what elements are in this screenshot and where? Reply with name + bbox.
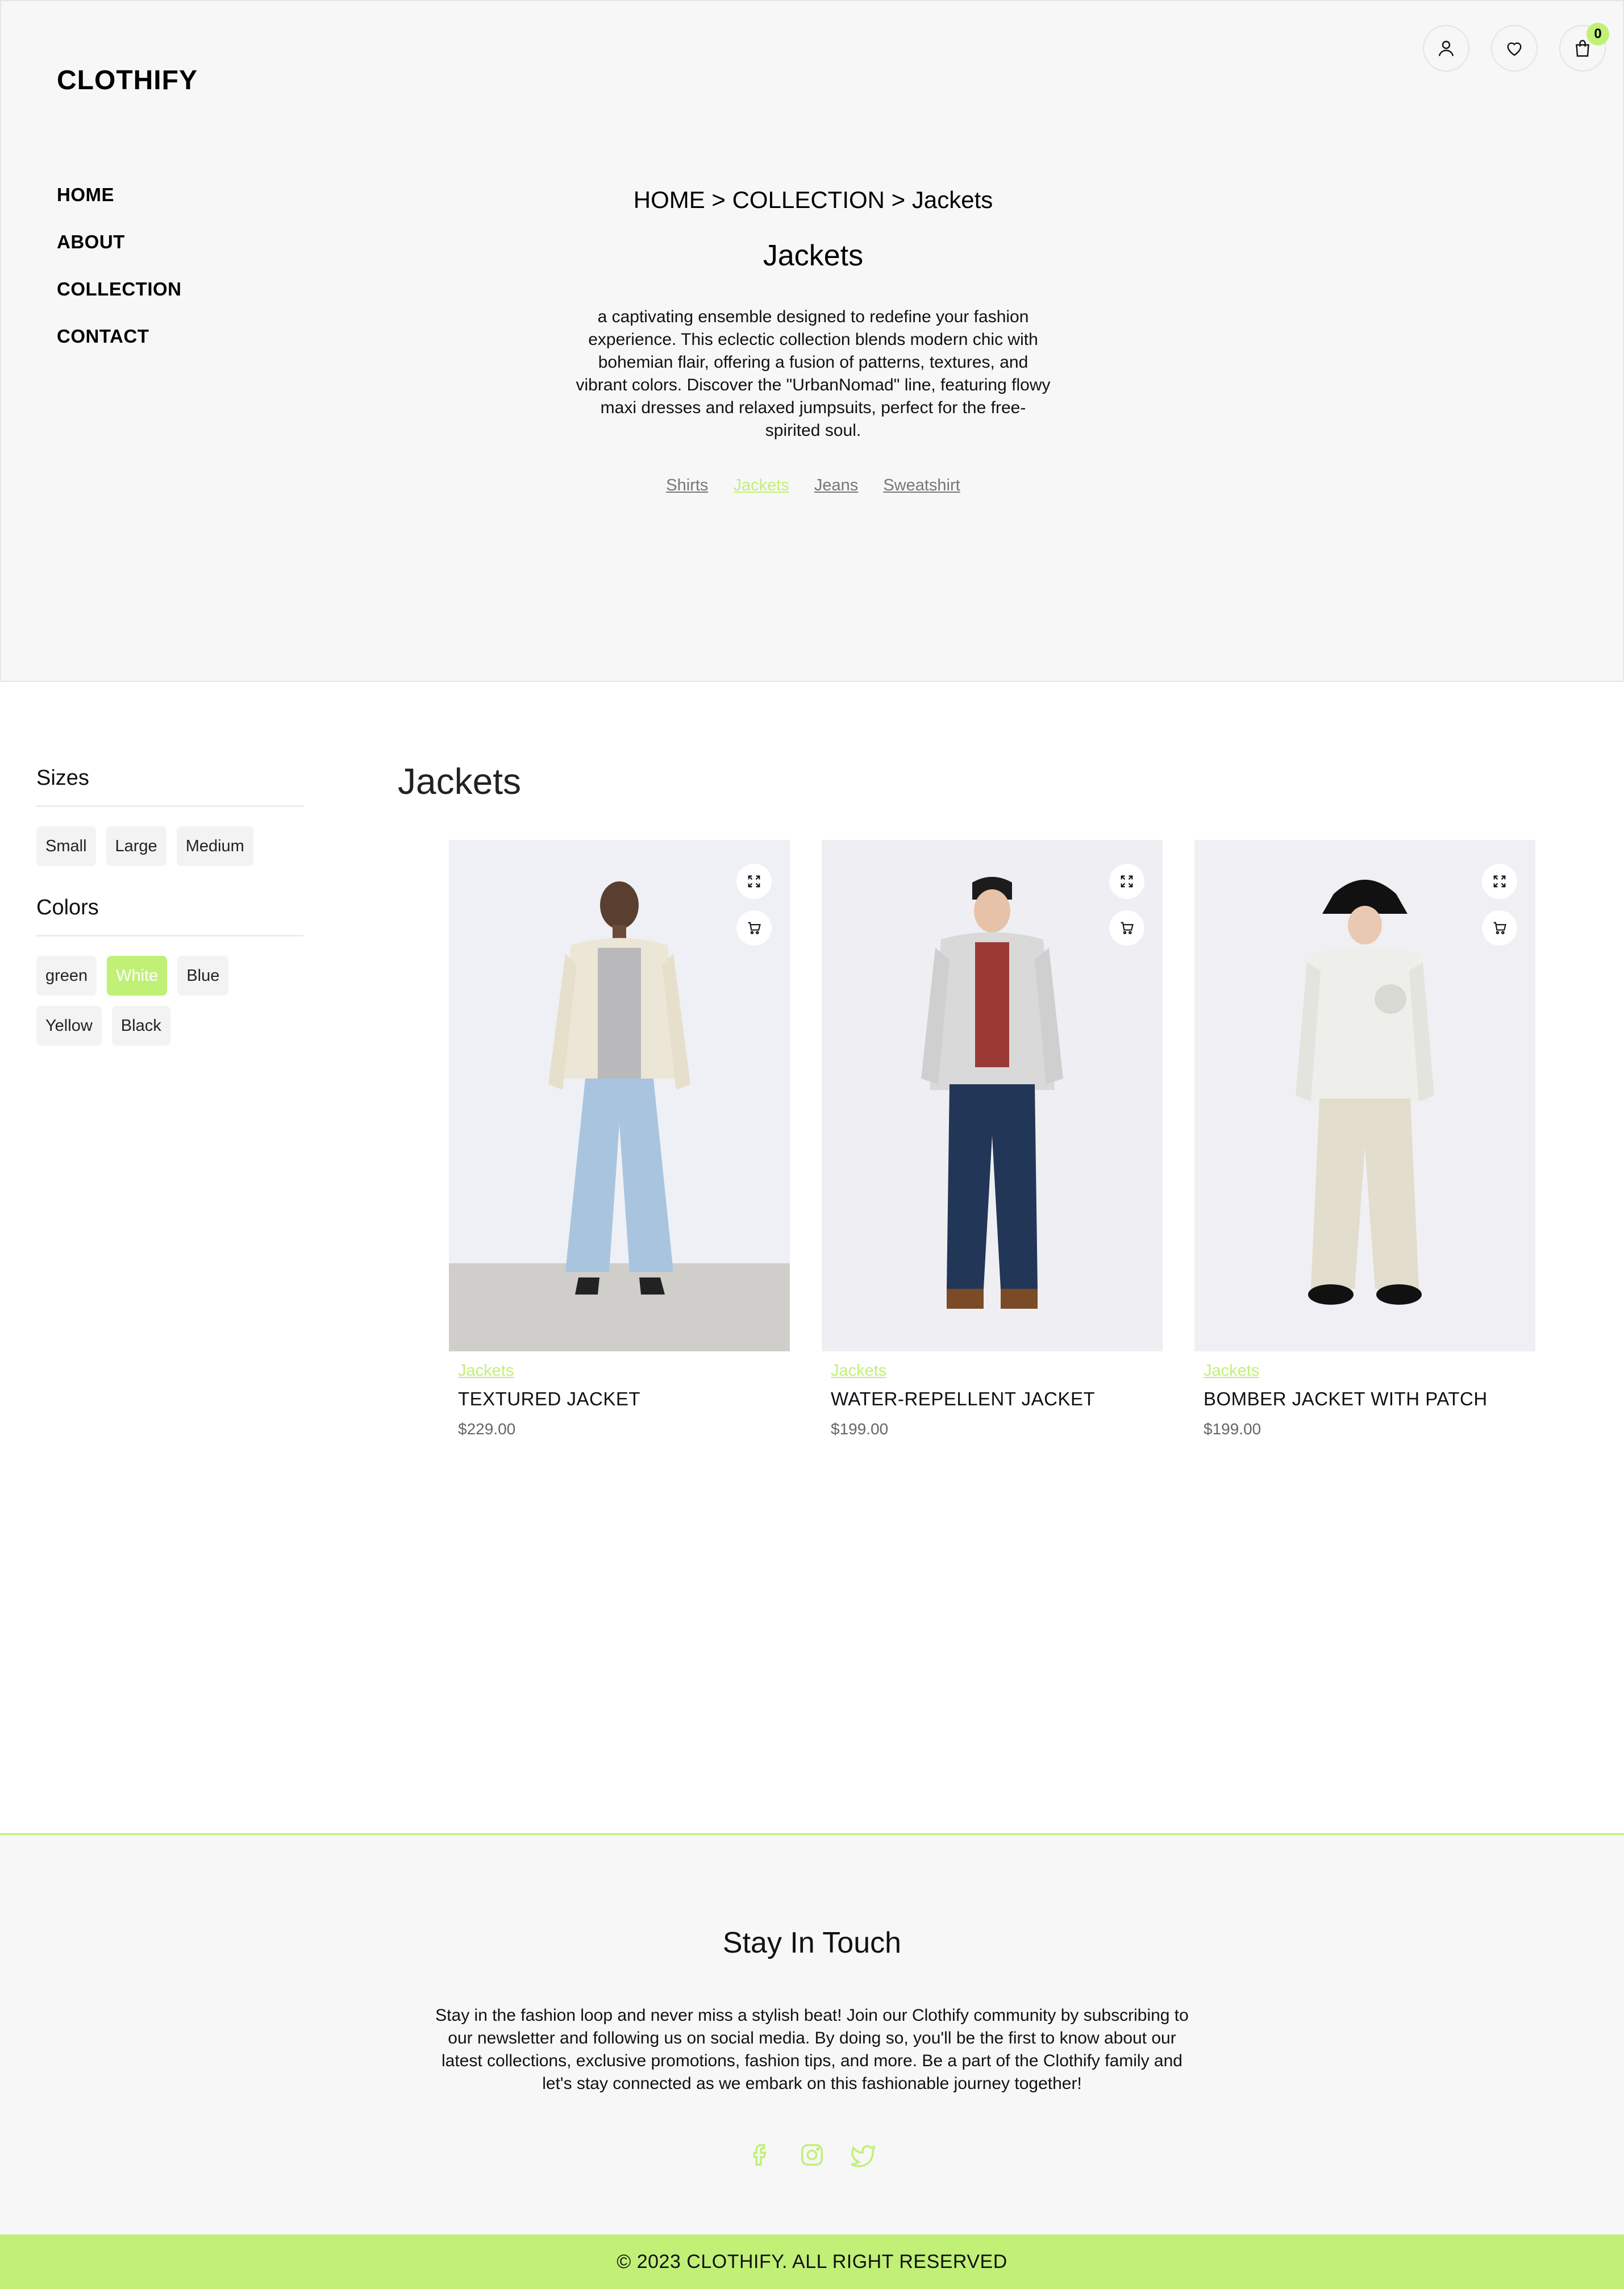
category-link-jeans[interactable]: Jeans [814,476,858,494]
category-links: Shirts Jackets Jeans Sweatshirt [1,476,1624,495]
product-card[interactable]: Jackets WATER-REPELLENT JACKET $199.00 [822,840,1163,1438]
product-category-link[interactable]: Jackets [458,1362,790,1380]
product-photo [449,840,790,1351]
expand-icon [1493,875,1506,888]
cart-icon [1493,922,1506,934]
social-links [0,2142,1624,2168]
products-title: Jackets [398,761,521,802]
product-image[interactable] [449,840,790,1351]
user-icon [1438,40,1454,56]
product-image[interactable] [1194,840,1535,1351]
breadcrumb: HOME > COLLECTION > Jackets [633,186,993,213]
sizes-title: Sizes [36,766,303,807]
product-card[interactable]: Jackets BOMBER JACKET WITH PATCH $199.00 [1194,840,1535,1438]
category-link-jackets[interactable]: Jackets [733,476,789,494]
product-price: $229.00 [458,1420,516,1438]
hero-section: CLOTHIFY HOME ABOUT COLLECTION CONTACT 0… [0,0,1624,682]
product-photo [1194,840,1535,1351]
facebook-link[interactable] [748,2142,774,2168]
logo[interactable]: CLOTHIFY [57,65,198,96]
wishlist-button[interactable] [1491,25,1538,72]
add-to-cart-button[interactable] [1109,910,1144,946]
instagram-link[interactable] [799,2142,825,2168]
size-chip-large[interactable]: Large [106,826,166,866]
product-photo [822,840,1163,1351]
page-title: Jackets [763,239,864,272]
category-link-shirts[interactable]: Shirts [666,476,708,494]
nav-item-contact[interactable]: CONTACT [57,326,181,347]
quick-view-button[interactable] [1482,864,1517,899]
color-options: green White Blue Yellow Black [36,956,303,1046]
cart-icon [748,922,761,934]
quick-view-button[interactable] [736,864,772,899]
cart-icon [1121,922,1134,934]
expand-icon [1121,875,1133,888]
color-chip-blue[interactable]: Blue [177,956,229,996]
size-chip-medium[interactable]: Medium [176,826,253,866]
product-category-link[interactable]: Jackets [1204,1362,1535,1380]
instagram-icon [801,2144,823,2166]
size-chip-small[interactable]: Small [36,826,96,866]
product-card[interactable]: Jackets TEXTURED JACKET $229.00 [449,840,790,1438]
add-to-cart-button[interactable] [1482,910,1517,946]
product-name[interactable]: WATER-REPELLENT JACKET [831,1388,1163,1410]
copyright-bar: © 2023 CLOTHIFY. ALL RIGHT RESERVED [0,2234,1624,2289]
product-image[interactable] [822,840,1163,1351]
color-chip-green[interactable]: green [36,956,97,996]
heart-icon [1507,42,1522,56]
nav-item-collection[interactable]: COLLECTION [57,278,181,300]
colors-title: Colors [36,896,303,937]
cart-button[interactable]: 0 [1559,23,1609,72]
filters-sidebar: Sizes Small Large Medium Colors green Wh… [36,766,303,1075]
expand-icon [748,875,760,888]
footer-text: Stay in the fashion loop and never miss … [435,2006,1189,2093]
footer-title: Stay In Touch [722,1926,902,1959]
size-options: Small Large Medium [36,826,303,866]
cart-count-badge: 0 [1586,23,1609,45]
product-price: $199.00 [831,1420,889,1438]
twitter-icon [851,2145,876,2167]
twitter-link[interactable] [850,2142,876,2168]
product-name[interactable]: TEXTURED JACKET [458,1388,790,1410]
product-name[interactable]: BOMBER JACKET WITH PATCH [1204,1388,1535,1410]
add-to-cart-button[interactable] [736,910,772,946]
color-chip-yellow[interactable]: Yellow [36,1006,102,1046]
facebook-icon [753,2144,767,2166]
account-button[interactable] [1423,25,1469,72]
color-chip-white[interactable]: White [107,956,168,996]
collection-description: a captivating ensemble designed to redef… [576,307,1051,440]
category-link-sweatshirt[interactable]: Sweatshirt [883,476,960,494]
quick-view-button[interactable] [1109,864,1144,899]
color-chip-black[interactable]: Black [111,1006,170,1046]
newsletter-footer: Stay In Touch Stay in the fashion loop a… [0,1833,1624,2234]
product-category-link[interactable]: Jackets [831,1362,1163,1380]
product-price: $199.00 [1204,1420,1261,1438]
